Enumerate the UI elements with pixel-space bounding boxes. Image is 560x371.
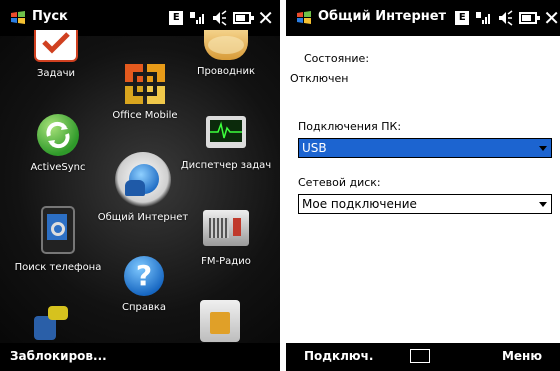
status-icons[interactable]: E ✕ xyxy=(455,8,560,28)
tile-explorer[interactable]: Проводник xyxy=(190,30,262,77)
menu-softkey[interactable]: Меню xyxy=(502,349,542,363)
internet-sharing-screen: Общий Интернет E ✕ Состояние: Отключен П… xyxy=(286,0,560,371)
tile-label: Диспетчер задач xyxy=(180,160,272,171)
state-label: Состояние: xyxy=(304,52,370,65)
tile-label: FM-Радио xyxy=(201,256,251,267)
task-manager-icon xyxy=(206,116,246,148)
office-mobile-icon xyxy=(123,62,167,106)
tile-label: Проводник xyxy=(197,66,255,77)
pc-connection-label: Подключения ПК: xyxy=(298,120,402,133)
softkey-bar: Заблокиров... xyxy=(0,343,280,371)
tile-help[interactable]: ? Справка xyxy=(112,256,176,313)
tile-label: Задачи xyxy=(37,68,75,79)
tile-label: Справка xyxy=(121,302,167,313)
tile-fm-radio[interactable]: FM-Радио xyxy=(190,210,262,267)
signal-strength-icon xyxy=(190,12,205,24)
start-title: Пуск xyxy=(32,9,68,24)
edge-network-icon: E xyxy=(169,11,184,25)
softkey-bar: Подключ. Меню xyxy=(286,343,560,371)
lock-softkey[interactable]: Заблокиров... xyxy=(10,349,107,363)
network-select[interactable]: Мое подключение xyxy=(298,194,552,214)
tile-task-manager[interactable]: Диспетчер задач xyxy=(180,116,272,171)
keyboard-icon[interactable] xyxy=(410,349,430,363)
dropdown-arrow-icon xyxy=(539,202,547,207)
network-label: Сетевой диск: xyxy=(298,176,381,189)
tile-tasks[interactable]: Задачи xyxy=(24,30,88,79)
tasks-icon xyxy=(34,30,78,62)
activesync-icon xyxy=(37,114,79,156)
tile-label: Поиск телефона xyxy=(14,262,102,273)
help-icon: ? xyxy=(124,256,164,296)
tile-phone-search[interactable]: Поиск телефона xyxy=(10,206,106,273)
tile-label: Общий Интернет xyxy=(97,212,189,223)
screen-title: Общий Интернет xyxy=(318,9,447,24)
network-value: Мое подключение xyxy=(302,197,417,211)
tile-activesync[interactable]: ActiveSync xyxy=(26,114,90,173)
pc-connection-select[interactable]: USB xyxy=(298,138,552,158)
tile-label: Office Mobile xyxy=(112,110,178,121)
battery-icon xyxy=(519,12,541,24)
tile-office-mobile[interactable]: Office Mobile xyxy=(106,62,184,121)
tile-label: ActiveSync xyxy=(30,162,86,173)
puzzle-icon[interactable] xyxy=(34,306,70,342)
dropdown-arrow-icon xyxy=(539,146,547,151)
speaker-icon xyxy=(213,10,227,26)
windows-logo-icon[interactable] xyxy=(10,10,26,26)
status-icons[interactable]: E ✕ xyxy=(169,8,274,28)
windows-logo-icon[interactable] xyxy=(296,10,312,26)
speaker-icon xyxy=(499,10,513,26)
fm-radio-icon xyxy=(203,210,249,246)
internet-sharing-icon xyxy=(115,152,171,208)
connect-softkey[interactable]: Подключ. xyxy=(304,349,373,363)
title-bar: Общий Интернет E ✕ xyxy=(286,0,560,36)
close-icon[interactable]: ✕ xyxy=(257,8,274,28)
tile-internet-sharing[interactable]: Общий Интернет xyxy=(96,152,190,223)
start-screen: Пуск E ✕ Задачи Проводник Office Mobile … xyxy=(0,0,280,371)
battery-icon xyxy=(233,12,255,24)
explorer-icon xyxy=(204,30,248,60)
close-icon[interactable]: ✕ xyxy=(543,8,560,28)
pc-connection-value: USB xyxy=(302,141,327,155)
signal-strength-icon xyxy=(476,12,491,24)
state-value: Отключен xyxy=(290,72,349,85)
phone-search-icon xyxy=(41,206,75,254)
edge-network-icon: E xyxy=(455,11,470,25)
memory-card-icon[interactable] xyxy=(200,300,240,342)
